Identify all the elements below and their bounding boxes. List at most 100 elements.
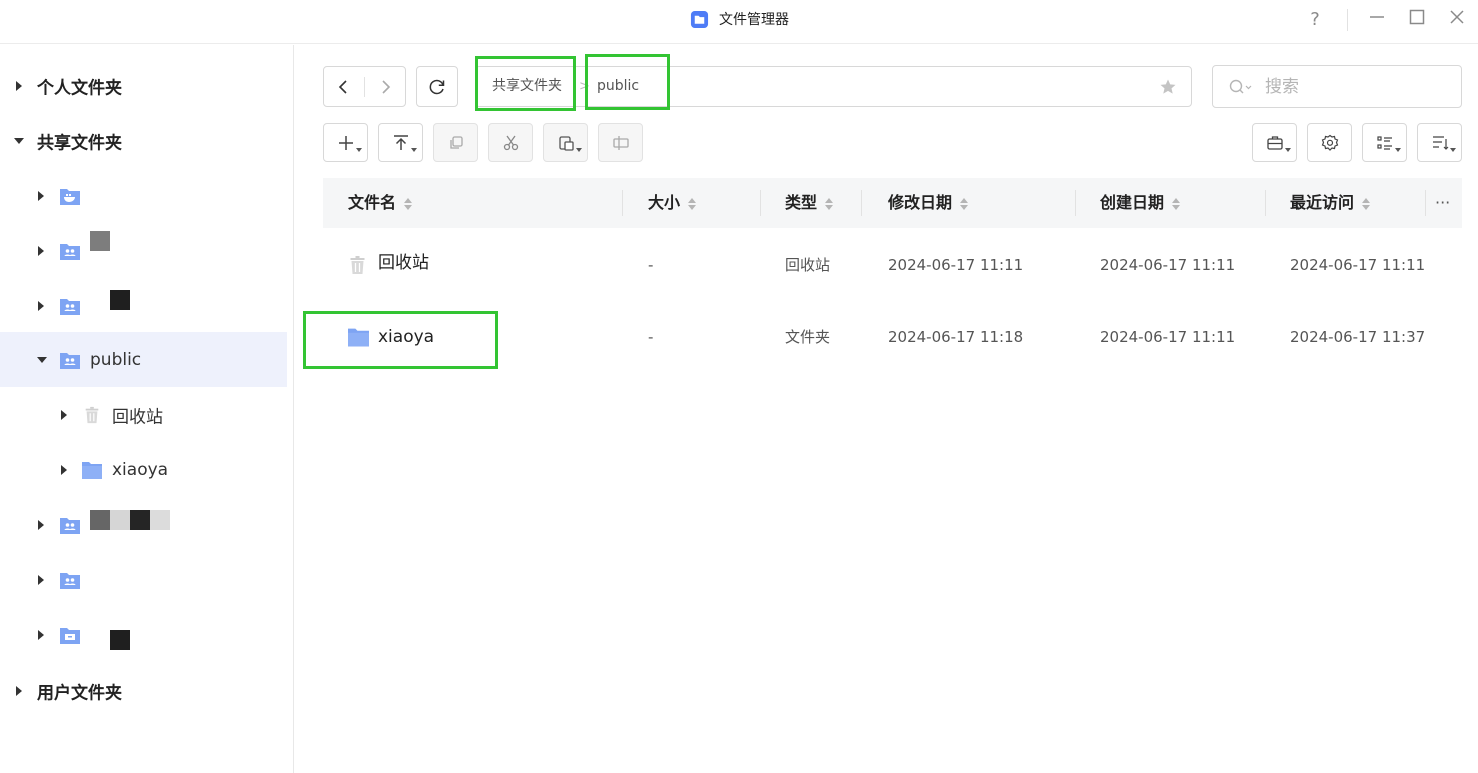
paste-icon	[558, 135, 574, 151]
back-button[interactable]	[324, 67, 364, 106]
sidebar: 个人文件夹 共享文件夹 public 回收站 xiaoya 用户文件夹	[0, 45, 294, 773]
sidebar-item-shared-folder-2[interactable]	[0, 223, 287, 278]
path-bar[interactable]: 共享文件夹 > public	[475, 66, 1192, 107]
column-divider[interactable]	[760, 190, 761, 216]
expand-caret-icon[interactable]	[38, 245, 44, 256]
sidebar-item-personal[interactable]: 个人文件夹	[0, 58, 287, 113]
refresh-button[interactable]	[416, 66, 458, 107]
sidebar-item-shared-folder-6[interactable]	[0, 607, 287, 662]
sort-arrows-icon	[825, 197, 834, 210]
expand-caret-icon[interactable]	[38, 190, 44, 201]
redacted-label	[150, 510, 170, 530]
redacted-label	[130, 510, 150, 530]
column-divider[interactable]	[861, 190, 862, 216]
copy-button[interactable]	[433, 123, 478, 162]
forward-button[interactable]	[365, 67, 405, 106]
expand-caret-icon[interactable]	[38, 574, 44, 585]
toolbox-button[interactable]	[1252, 123, 1297, 162]
column-divider[interactable]	[1075, 190, 1076, 216]
sidebar-item-public[interactable]: public	[0, 332, 287, 387]
sidebar-item-recycle[interactable]: 回收站	[0, 387, 287, 442]
sidebar-item-shared[interactable]: 共享文件夹	[0, 113, 287, 168]
column-header-accessed[interactable]: 最近访问	[1290, 178, 1371, 228]
help-button[interactable]: ?	[1301, 8, 1329, 32]
file-modified: 2024-06-17 11:18	[888, 328, 1024, 346]
dropdown-arrow-icon	[1395, 148, 1401, 152]
column-header-type[interactable]: 类型	[785, 178, 834, 228]
search-box[interactable]	[1212, 65, 1462, 108]
gear-icon	[1321, 134, 1338, 151]
file-created: 2024-06-17 11:11	[1100, 256, 1236, 274]
expand-caret-icon[interactable]	[61, 464, 67, 475]
collapse-caret-icon[interactable]	[14, 137, 24, 144]
column-divider[interactable]	[622, 190, 623, 216]
column-header-name[interactable]: 文件名	[348, 178, 413, 228]
file-size: -	[648, 256, 654, 274]
sidebar-item-label: 用户文件夹	[37, 683, 122, 703]
sidebar-item-shared-folder-5[interactable]	[0, 552, 287, 607]
maximize-button[interactable]	[1403, 8, 1431, 32]
sort-button[interactable]	[1417, 123, 1462, 162]
more-columns-button[interactable]: ···	[1435, 178, 1450, 228]
column-header-label: 最近访问	[1290, 193, 1355, 212]
file-accessed: 2024-06-17 11:37	[1290, 328, 1426, 346]
trash-icon	[350, 256, 365, 274]
rename-icon	[612, 135, 629, 150]
column-header-label: 修改日期	[888, 193, 953, 212]
column-divider[interactable]	[1265, 190, 1266, 216]
collapse-caret-icon[interactable]	[37, 356, 47, 363]
title-bar: 文件管理器 ?	[0, 0, 1478, 44]
settings-button[interactable]	[1307, 123, 1352, 162]
refresh-icon	[429, 79, 445, 94]
upload-button[interactable]	[378, 123, 423, 162]
expand-caret-icon[interactable]	[16, 80, 22, 91]
table-header: 文件名 大小 类型 修改日期 创建日期 最近访问 ···	[323, 178, 1462, 228]
docker-folder-icon	[60, 188, 80, 205]
sidebar-item-user[interactable]: 用户文件夹	[0, 663, 287, 718]
sidebar-item-shared-folder-3[interactable]	[0, 278, 287, 333]
sort-icon	[1432, 135, 1448, 150]
expand-caret-icon[interactable]	[38, 300, 44, 311]
file-type: 文件夹	[785, 328, 831, 346]
column-header-label: 类型	[785, 193, 818, 212]
sort-arrows-icon	[404, 197, 413, 210]
close-button[interactable]	[1443, 8, 1471, 32]
expand-caret-icon[interactable]	[38, 519, 44, 530]
rename-button[interactable]	[598, 123, 643, 162]
expand-caret-icon[interactable]	[16, 685, 22, 696]
redacted-label	[90, 231, 110, 251]
column-header-created[interactable]: 创建日期	[1100, 178, 1181, 228]
new-button[interactable]	[323, 123, 368, 162]
view-mode-button[interactable]	[1362, 123, 1407, 162]
search-icon	[1229, 79, 1252, 94]
search-input[interactable]	[1265, 74, 1445, 100]
column-header-label: 文件名	[348, 193, 397, 212]
dropdown-arrow-icon	[356, 148, 362, 152]
cut-button[interactable]	[488, 123, 533, 162]
redacted-label	[110, 510, 130, 530]
sidebar-item-label: 回收站	[112, 407, 163, 427]
chevron-left-icon	[338, 79, 347, 94]
minimize-icon	[1370, 16, 1384, 18]
sort-arrows-icon	[1172, 197, 1181, 210]
highlight-box-public	[585, 54, 670, 110]
column-header-size[interactable]: 大小	[648, 178, 697, 228]
file-name[interactable]: 回收站	[378, 227, 429, 299]
sidebar-item-shared-folder-4[interactable]	[0, 497, 287, 552]
minimize-button[interactable]	[1363, 8, 1391, 32]
column-header-modified[interactable]: 修改日期	[888, 178, 969, 228]
shared-folder-icon	[60, 298, 80, 315]
shared-folder-icon	[60, 572, 80, 589]
nav-button-group	[323, 66, 406, 107]
expand-caret-icon[interactable]	[38, 629, 44, 640]
star-icon[interactable]	[1159, 78, 1177, 96]
sidebar-item-xiaoya[interactable]: xiaoya	[0, 442, 287, 497]
paste-button[interactable]	[543, 123, 588, 162]
sidebar-item-shared-folder-1[interactable]	[0, 168, 287, 223]
column-divider[interactable]	[1425, 190, 1426, 216]
file-modified: 2024-06-17 11:11	[888, 256, 1024, 274]
sidebar-item-label: public	[90, 349, 142, 370]
sort-arrows-icon	[960, 197, 969, 210]
expand-caret-icon[interactable]	[61, 409, 67, 420]
table-row[interactable]: 回收站 - 回收站 2024-06-17 11:11 2024-06-17 11…	[323, 229, 1462, 301]
